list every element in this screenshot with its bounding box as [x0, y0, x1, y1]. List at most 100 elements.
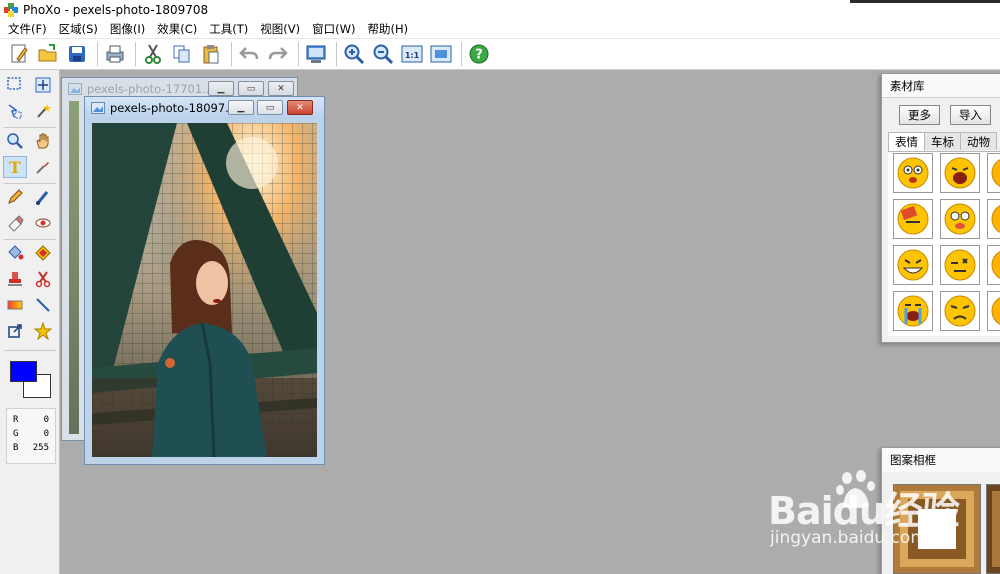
paste-button[interactable]: [198, 41, 224, 67]
save-button[interactable]: [64, 41, 90, 67]
magic-wand-tool[interactable]: [31, 100, 55, 122]
zoom-in-button[interactable]: [341, 41, 367, 67]
magic-select-tool[interactable]: [3, 100, 27, 122]
minimize-button[interactable]: ▁: [208, 81, 234, 96]
star-tool[interactable]: [31, 320, 55, 342]
transform-tool[interactable]: [3, 320, 27, 342]
title-bar: PhoXo - pexels-photo-1809708: [0, 0, 1000, 20]
emoticon-item[interactable]: [940, 245, 980, 285]
scissors-tool[interactable]: [31, 268, 55, 290]
tool-separator: [4, 239, 56, 240]
minimize-button[interactable]: ▁: [228, 100, 254, 115]
hand-tool[interactable]: [31, 130, 55, 152]
menu-effects[interactable]: 效果(C): [151, 21, 203, 37]
eraser-tool[interactable]: [3, 212, 27, 234]
eyedropper-tool[interactable]: [31, 156, 55, 178]
zoom-tool[interactable]: [3, 130, 27, 152]
title-bar-edge: [850, 0, 1000, 3]
emoticon-item[interactable]: [893, 245, 933, 285]
lasso-select-icon: [8, 104, 22, 119]
menu-tools[interactable]: 工具(T): [203, 21, 254, 37]
emoticon-item[interactable]: [940, 153, 980, 193]
rgb-readout: R 0 G 0 B 255: [6, 408, 56, 464]
color-replace-icon: [35, 245, 51, 261]
tab-car-logos[interactable]: 车标: [924, 132, 961, 150]
line-tool[interactable]: [31, 294, 55, 316]
restore-button[interactable]: ▭: [238, 81, 264, 96]
emoticon-item[interactable]: [940, 291, 980, 331]
rect-select-icon: [7, 77, 21, 90]
redo-icon: [268, 47, 288, 60]
emoticon-item[interactable]: [987, 153, 1000, 193]
winking-face-icon: [944, 249, 976, 281]
menu-help[interactable]: 帮助(H): [361, 21, 414, 37]
pencil-icon: [8, 189, 23, 204]
actual-size-label: 1:1: [405, 51, 420, 60]
red-eye-tool[interactable]: [31, 212, 55, 234]
screen-capture-button[interactable]: [303, 41, 329, 67]
more-button[interactable]: 更多: [899, 105, 940, 125]
menu-view[interactable]: 视图(V): [254, 21, 306, 37]
angry-face-icon: [991, 251, 1000, 279]
emoticon-item[interactable]: [987, 291, 1000, 331]
frame-thumbnail[interactable]: [986, 484, 1000, 574]
image-canvas-back[interactable]: [69, 101, 79, 434]
red-eye-icon: [35, 218, 51, 228]
zoom-icon: [7, 133, 23, 149]
actual-size-button[interactable]: 1:1: [399, 41, 425, 67]
new-file-button[interactable]: [6, 41, 32, 67]
zoom-in-icon: [344, 44, 365, 65]
stamp-tool[interactable]: [3, 268, 27, 290]
tool-palette: T: [0, 70, 60, 574]
help-button[interactable]: ?: [466, 41, 492, 67]
sobbing-face-icon: [897, 295, 929, 327]
emoticon-item[interactable]: [987, 245, 1000, 285]
toolbar-separator: [97, 42, 98, 66]
close-button[interactable]: ✕: [287, 100, 313, 115]
color-replace-tool[interactable]: [31, 242, 55, 264]
import-button[interactable]: 导入: [950, 105, 991, 125]
sleepy-face-icon: [897, 203, 929, 235]
fill-tool[interactable]: [3, 242, 27, 264]
brush-tool[interactable]: [31, 186, 55, 208]
material-panel-title: 素材库: [882, 74, 1000, 98]
menu-file[interactable]: 文件(F): [2, 21, 53, 37]
print-button[interactable]: [102, 41, 128, 67]
restore-button[interactable]: ▭: [257, 100, 283, 115]
emoticon-item[interactable]: [893, 291, 933, 331]
print-icon: [106, 45, 124, 63]
menu-image[interactable]: 图像(I): [104, 21, 151, 37]
wooden-frame-icon: [987, 485, 1000, 573]
image-canvas[interactable]: [92, 123, 317, 457]
text-tool[interactable]: T: [3, 156, 27, 178]
copy-button[interactable]: [169, 41, 195, 67]
emoticon-item[interactable]: [893, 199, 933, 239]
foreground-color-swatch[interactable]: [10, 361, 37, 382]
pencil-tool[interactable]: [3, 186, 27, 208]
tab-emoticons[interactable]: 表情: [888, 132, 925, 151]
r-label: R: [13, 415, 19, 425]
image-window-front[interactable]: pexels-photo-18097... ▁ ▭ ✕: [84, 96, 325, 465]
emoticon-item[interactable]: [940, 199, 980, 239]
zoom-out-button[interactable]: [370, 41, 396, 67]
open-button[interactable]: [35, 41, 61, 67]
gradient-tool[interactable]: [3, 294, 27, 316]
cut-button[interactable]: [140, 41, 166, 67]
fit-window-button[interactable]: [428, 41, 454, 67]
emoticon-item[interactable]: [893, 153, 933, 193]
material-tabs: 表情 车标 动物: [888, 132, 997, 151]
emoticon-item[interactable]: [987, 199, 1000, 239]
b-label: B: [13, 443, 19, 453]
redo-button[interactable]: [265, 41, 291, 67]
tab-animals[interactable]: 动物: [960, 132, 997, 150]
close-button[interactable]: ✕: [268, 81, 294, 96]
image-window-titlebar[interactable]: pexels-photo-18097... ▁ ▭ ✕: [85, 97, 324, 119]
eraser-icon: [8, 215, 24, 232]
help-icon: ?: [469, 44, 489, 64]
rect-select-tool[interactable]: [3, 74, 27, 96]
menu-selection[interactable]: 区域(S): [53, 21, 104, 37]
menu-window[interactable]: 窗口(W): [306, 21, 361, 37]
image-window-title: pexels-photo-18097...: [110, 101, 237, 115]
move-tool[interactable]: [31, 74, 55, 96]
undo-button[interactable]: [236, 41, 262, 67]
